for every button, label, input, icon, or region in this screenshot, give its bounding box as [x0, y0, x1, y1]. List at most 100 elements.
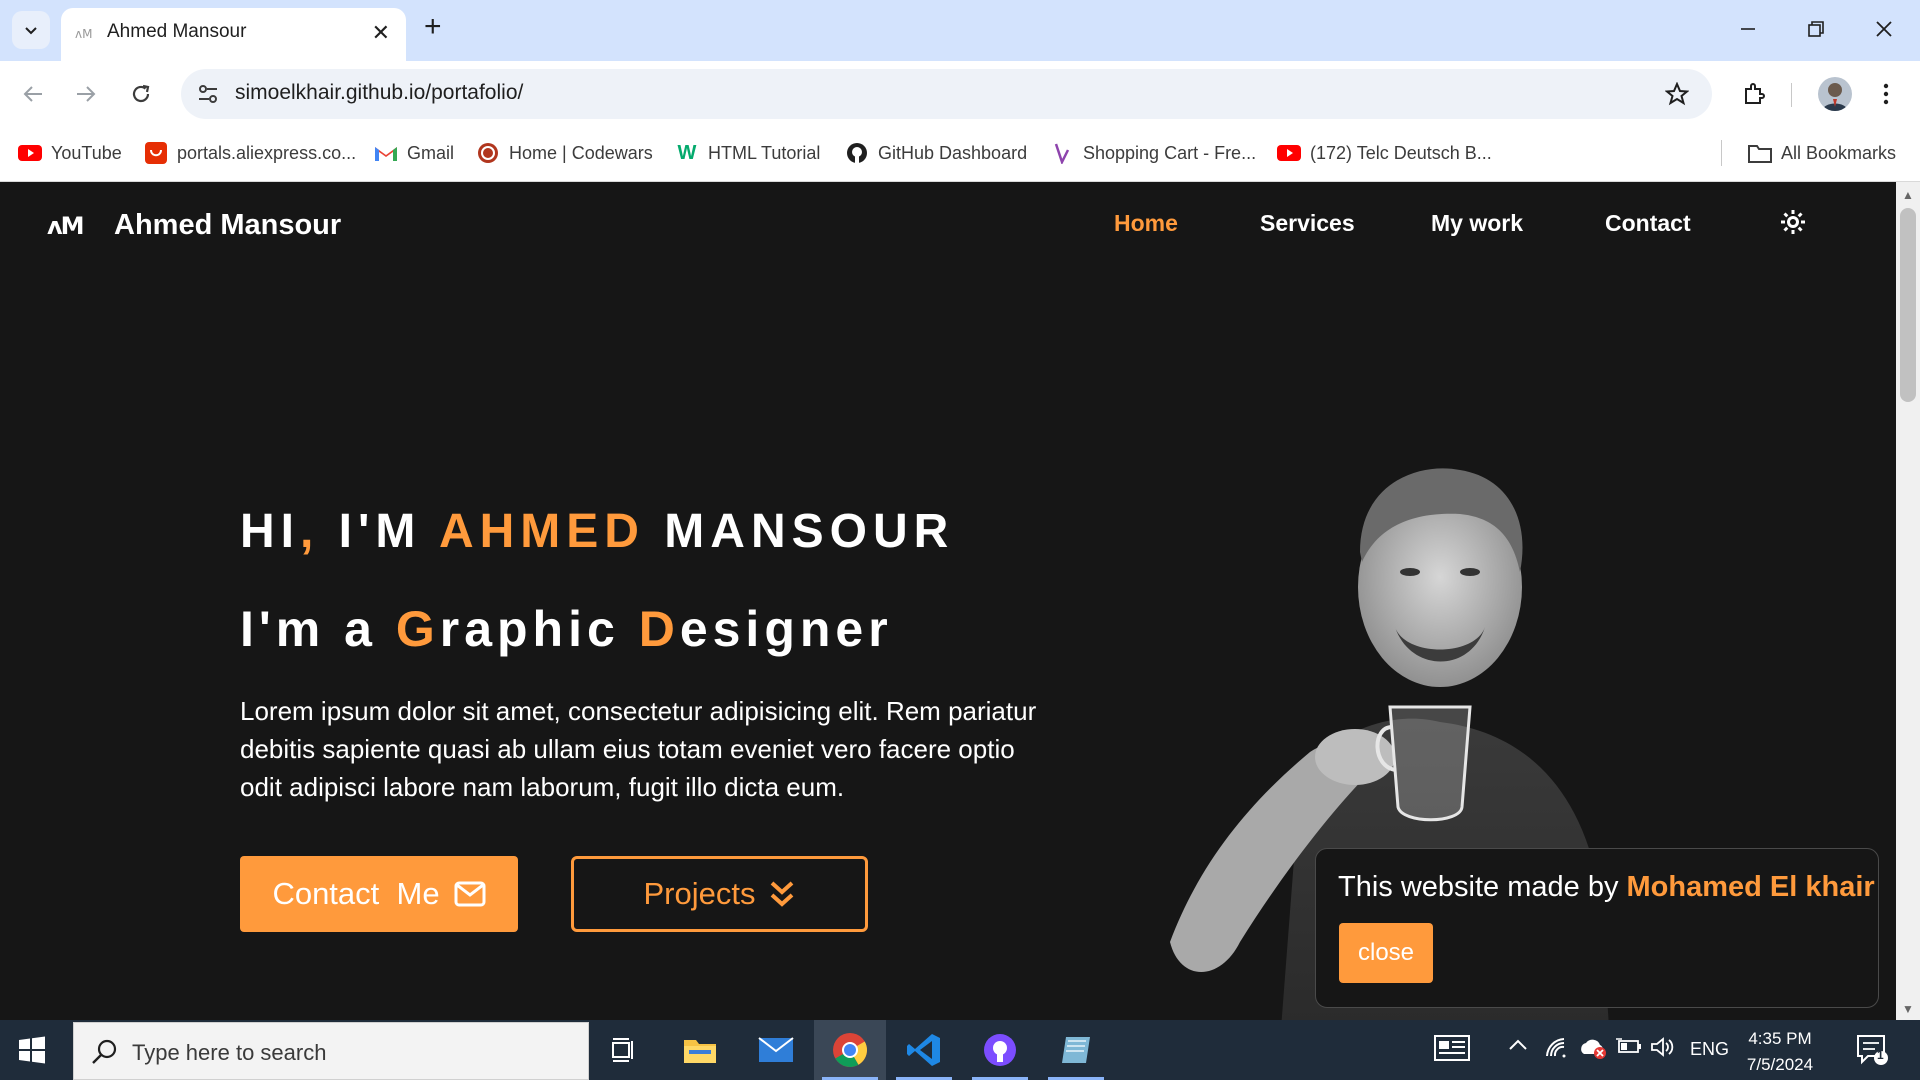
bookmark-aliexpress[interactable]: portals.aliexpress.co... — [144, 138, 356, 168]
popup-close-button[interactable]: close — [1339, 923, 1433, 983]
contact-me-button[interactable]: Contact Me — [240, 856, 518, 932]
taskbar-mail[interactable] — [740, 1020, 812, 1080]
bookmark-youtube[interactable]: YouTube — [18, 138, 122, 168]
taskbar-chrome[interactable] — [814, 1020, 886, 1080]
vscode-icon — [907, 1034, 940, 1066]
forward-button[interactable] — [70, 78, 102, 110]
hero-description: Lorem ipsum dolor sit amet, consectetur … — [240, 696, 1037, 802]
restore-button[interactable] — [1801, 14, 1831, 44]
notification-count: 1 — [1877, 1048, 1884, 1062]
tab-search-button[interactable] — [12, 11, 50, 49]
taskbar-notepad-app[interactable] — [1040, 1020, 1112, 1080]
bookmark-label: HTML Tutorial — [708, 142, 821, 163]
taskbar-file-explorer[interactable] — [664, 1020, 736, 1080]
browser-menu-icon[interactable] — [1870, 78, 1902, 110]
task-view-button[interactable] — [588, 1020, 660, 1080]
scroll-up-icon[interactable]: ▲ — [1902, 188, 1914, 202]
youtube-icon — [1277, 142, 1301, 164]
credit-text: This website made by Mohamed El khair — [1338, 871, 1875, 904]
gmail-icon — [374, 142, 398, 164]
nav-services[interactable]: Services — [1260, 210, 1355, 237]
search-icon — [92, 1039, 117, 1064]
person-avatar-icon — [1822, 83, 1848, 111]
envelope-icon — [454, 881, 486, 907]
scroll-down-icon[interactable]: ▼ — [1902, 1002, 1914, 1016]
minimize-button[interactable] — [1733, 14, 1763, 44]
notification-center-button[interactable]: 1 — [1856, 1034, 1890, 1071]
back-button[interactable] — [17, 78, 49, 110]
theme-toggle-icon[interactable] — [1779, 208, 1807, 236]
projects-button[interactable]: Projects — [571, 856, 868, 932]
greeting-text: I'M — [319, 505, 439, 558]
role-text: I'm a — [240, 601, 396, 657]
task-view-icon — [612, 1038, 633, 1062]
taskbar-github-desktop[interactable] — [964, 1020, 1036, 1080]
all-bookmarks-button[interactable]: All Bookmarks — [1748, 138, 1896, 168]
bookmark-gmail[interactable]: Gmail — [374, 138, 454, 168]
arrow-right-icon — [77, 86, 96, 102]
search-placeholder: Type here to search — [132, 1040, 327, 1065]
site-logo-name[interactable]: Ahmed Mansour — [114, 209, 341, 242]
notification-icon — [1857, 1035, 1888, 1065]
taskbar-search-box[interactable]: Type here to search — [73, 1022, 589, 1080]
double-chevron-down-icon — [771, 881, 794, 907]
bookmark-shopping-cart[interactable]: Shopping Cart - Fre... — [1050, 138, 1256, 168]
site-info-icon[interactable] — [193, 79, 223, 109]
browser-tab-active[interactable]: ʌM Ahmed Mansour ✕ — [61, 8, 406, 61]
extensions-icon[interactable] — [1738, 78, 1770, 110]
close-tab-icon[interactable]: ✕ — [372, 20, 390, 46]
credit-author: Mohamed El khair — [1626, 871, 1875, 903]
bookmark-html-tutorial[interactable]: W HTML Tutorial — [675, 138, 821, 168]
show-hidden-icons-chevron-up-icon[interactable] — [1508, 1036, 1528, 1057]
notepad-icon — [1062, 1037, 1090, 1063]
clock-date: 7/5/2024 — [1746, 1055, 1814, 1074]
bookmark-telc-deutsch[interactable]: (172) Telc Deutsch B... — [1277, 138, 1492, 168]
site-favicon-icon: ʌM — [75, 27, 92, 41]
nav-my-work[interactable]: My work — [1431, 210, 1523, 237]
w3schools-icon: W — [677, 141, 697, 164]
hero-greeting: HI, I'M AHMED MANSOUR — [240, 504, 954, 559]
volume-icon[interactable] — [1650, 1036, 1674, 1063]
youtube-icon — [18, 142, 42, 164]
hero-role: I'm a Graphic Designer — [240, 600, 893, 658]
close-window-button[interactable] — [1869, 14, 1899, 44]
role-text: raphic — [439, 601, 639, 657]
bookmark-star-icon[interactable] — [1662, 79, 1692, 109]
taskbar-news-icon[interactable] — [1434, 1034, 1470, 1067]
restore-icon — [1808, 21, 1824, 37]
bookmark-label: (172) Telc Deutsch B... — [1310, 142, 1492, 163]
all-bookmarks-label: All Bookmarks — [1781, 142, 1897, 163]
bookmark-label: Shopping Cart - Fre... — [1083, 142, 1257, 163]
system-clock[interactable]: 4:35 PM 7/5/2024 — [1735, 1026, 1825, 1078]
bookmark-label: Home | Codewars — [509, 142, 653, 163]
aliexpress-icon — [144, 142, 168, 164]
bookmark-label: Gmail — [407, 142, 455, 163]
clock-time: 4:35 PM — [1748, 1029, 1812, 1048]
new-tab-button[interactable]: + — [424, 12, 442, 42]
wifi-icon[interactable] — [1544, 1036, 1568, 1063]
codewars-icon — [476, 142, 500, 164]
tab-strip: ʌM Ahmed Mansour ✕ + — [0, 0, 1920, 61]
onedrive-error-icon[interactable] — [1578, 1036, 1608, 1065]
reload-button[interactable] — [125, 78, 157, 110]
page-scrollbar[interactable]: ▲ ▼ — [1896, 182, 1920, 1020]
battery-icon[interactable] — [1616, 1036, 1642, 1061]
address-bar[interactable]: simoelkhair.github.io/portafolio/ — [181, 69, 1712, 119]
bookmarks-divider — [1721, 140, 1722, 166]
bookmark-codewars[interactable]: Home | Codewars — [476, 138, 653, 168]
url-text: simoelkhair.github.io/portafolio/ — [235, 81, 524, 104]
close-icon — [1876, 21, 1892, 37]
windows-start-icon[interactable] — [18, 1036, 46, 1064]
profile-avatar[interactable] — [1818, 77, 1852, 111]
windows-taskbar: Type here to search ENG 4:35 PM 7/5/2024 — [0, 1020, 1920, 1080]
bookmarks-bar: YouTube portals.aliexpress.co... Gmail H… — [0, 126, 1920, 182]
language-indicator[interactable]: ENG — [1690, 1039, 1729, 1060]
taskbar-vscode[interactable] — [888, 1020, 960, 1080]
site-logo-mark[interactable]: ʌM — [47, 212, 85, 240]
toolbar-divider — [1791, 83, 1792, 107]
nav-home[interactable]: Home — [1114, 210, 1178, 237]
nav-contact[interactable]: Contact — [1605, 210, 1691, 237]
bookmark-github[interactable]: GitHub Dashboard — [845, 138, 1027, 168]
greeting-comma: , — [300, 505, 320, 558]
scrollbar-thumb[interactable] — [1900, 208, 1916, 402]
